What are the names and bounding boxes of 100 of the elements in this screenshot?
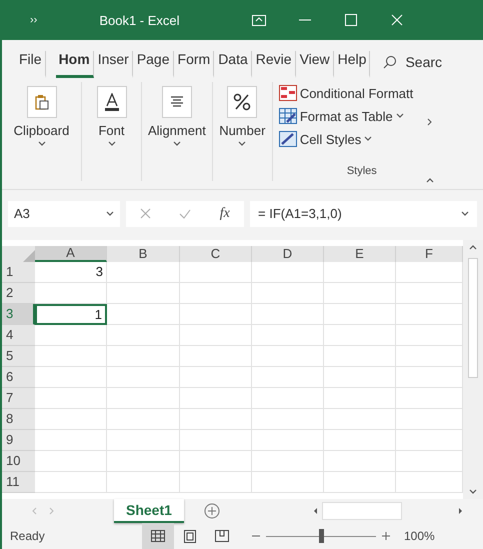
- name-box[interactable]: A3: [8, 200, 120, 227]
- row-header[interactable]: 4: [2, 324, 35, 346]
- scroll-left-icon[interactable]: [313, 507, 318, 516]
- table-cell[interactable]: [180, 304, 252, 325]
- insert-function-button[interactable]: fx: [220, 206, 230, 222]
- table-cell[interactable]: [107, 304, 180, 325]
- table-cell[interactable]: [107, 450, 180, 472]
- table-cell[interactable]: [35, 366, 107, 388]
- table-cell[interactable]: [35, 346, 107, 367]
- table-cell[interactable]: [252, 408, 324, 430]
- table-cell[interactable]: [252, 324, 324, 346]
- view-button[interactable]: [142, 523, 174, 549]
- zoom-slider-thumb[interactable]: [319, 529, 324, 543]
- table-cell[interactable]: [180, 408, 252, 430]
- horizontal-scrollbar[interactable]: [313, 499, 463, 523]
- table-cell[interactable]: [35, 324, 107, 346]
- table-cell[interactable]: [35, 388, 107, 409]
- table-cell[interactable]: [180, 472, 252, 493]
- table-cell[interactable]: [324, 366, 396, 388]
- table-cell[interactable]: [252, 450, 324, 472]
- table-cell[interactable]: 1: [35, 304, 107, 325]
- style-command[interactable]: Format as Table: [278, 104, 419, 128]
- table-cell[interactable]: [180, 346, 252, 367]
- table-cell[interactable]: [107, 430, 180, 451]
- zoom-in-icon[interactable]: [382, 532, 390, 540]
- table-cell[interactable]: [35, 472, 107, 493]
- previous-sheet-icon[interactable]: [32, 507, 37, 516]
- table-cell[interactable]: [324, 450, 396, 472]
- table-cell[interactable]: [107, 472, 180, 493]
- table-cell[interactable]: [324, 282, 396, 304]
- table-cell[interactable]: [180, 262, 252, 283]
- table-cell[interactable]: [35, 408, 107, 430]
- table-cell[interactable]: [107, 366, 180, 388]
- table-cell[interactable]: [252, 472, 324, 493]
- table-cell[interactable]: [180, 450, 252, 472]
- ribbon-group-button[interactable]: [227, 86, 258, 118]
- row-header[interactable]: 6: [2, 366, 35, 388]
- row-header[interactable]: 5: [2, 346, 35, 367]
- table-cell[interactable]: [324, 346, 396, 367]
- column-header[interactable]: F: [396, 246, 463, 262]
- table-cell[interactable]: [107, 324, 180, 346]
- table-cell[interactable]: [324, 472, 396, 493]
- cell-styles-icon: [278, 131, 297, 148]
- table-cell[interactable]: [252, 282, 324, 304]
- column-header[interactable]: D: [252, 246, 324, 262]
- table-cell[interactable]: [324, 408, 396, 430]
- chevron-icon: [38, 140, 46, 147]
- group-label: Number: [219, 122, 266, 138]
- row-header[interactable]: 10: [2, 450, 35, 472]
- sheet-tab[interactable]: Sheet1: [114, 499, 184, 523]
- row-header[interactable]: 3: [2, 304, 35, 325]
- table-cell[interactable]: [35, 430, 107, 451]
- row-header[interactable]: 11: [2, 472, 35, 493]
- search-label[interactable]: Searc: [405, 54, 442, 70]
- table-cell[interactable]: [324, 388, 396, 409]
- add-sheet-icon[interactable]: [204, 503, 220, 520]
- row-header[interactable]: 2: [2, 282, 35, 304]
- table-cell[interactable]: [252, 304, 324, 325]
- table-cell[interactable]: [107, 388, 180, 409]
- ribbon-group-button[interactable]: [26, 86, 56, 118]
- table-cell[interactable]: [180, 324, 252, 346]
- scrollbar-thumb[interactable]: [322, 502, 402, 520]
- quick-access-button[interactable]: ››: [30, 14, 38, 26]
- column-header[interactable]: C: [180, 246, 252, 262]
- table-cell[interactable]: [180, 430, 252, 451]
- style-command[interactable]: Conditional Formatt: [278, 82, 419, 105]
- column-header[interactable]: B: [107, 246, 180, 262]
- table-cell[interactable]: [107, 282, 180, 304]
- next-sheet-icon[interactable]: [49, 507, 54, 516]
- table-cell[interactable]: [252, 366, 324, 388]
- ribbon-group-button[interactable]: [162, 86, 192, 118]
- table-cell[interactable]: [252, 346, 324, 367]
- table-cell[interactable]: [107, 262, 180, 283]
- formula-field[interactable]: = IF(A1=3,1,0): [250, 200, 477, 227]
- table-cell[interactable]: [180, 388, 252, 409]
- table-cell[interactable]: [324, 262, 396, 283]
- table-cell[interactable]: [180, 282, 252, 304]
- table-cell[interactable]: [252, 388, 324, 409]
- select-all-corner[interactable]: [2, 246, 35, 262]
- row-header[interactable]: 1: [2, 262, 35, 283]
- row-header[interactable]: 7: [2, 388, 35, 409]
- table-cell[interactable]: [324, 430, 396, 451]
- scrollbar-thumb[interactable]: [468, 258, 478, 378]
- row-header[interactable]: 8: [2, 408, 35, 430]
- row-header[interactable]: 9: [2, 430, 35, 451]
- table-cell[interactable]: [324, 324, 396, 346]
- table-cell[interactable]: [252, 262, 324, 283]
- table-cell[interactable]: [324, 304, 396, 325]
- table-cell[interactable]: [35, 282, 107, 304]
- table-cell[interactable]: [252, 430, 324, 451]
- table-cell[interactable]: [107, 408, 180, 430]
- column-header[interactable]: A: [35, 246, 107, 262]
- column-header[interactable]: E: [324, 246, 396, 262]
- table-cell[interactable]: [35, 450, 107, 472]
- table-cell[interactable]: [107, 346, 180, 367]
- table-cell[interactable]: [180, 366, 252, 388]
- style-command[interactable]: Cell Styles: [278, 128, 419, 151]
- table-cell[interactable]: 3: [35, 262, 107, 283]
- ribbon-group-button[interactable]: [96, 86, 126, 118]
- scroll-right-icon[interactable]: [458, 507, 463, 516]
